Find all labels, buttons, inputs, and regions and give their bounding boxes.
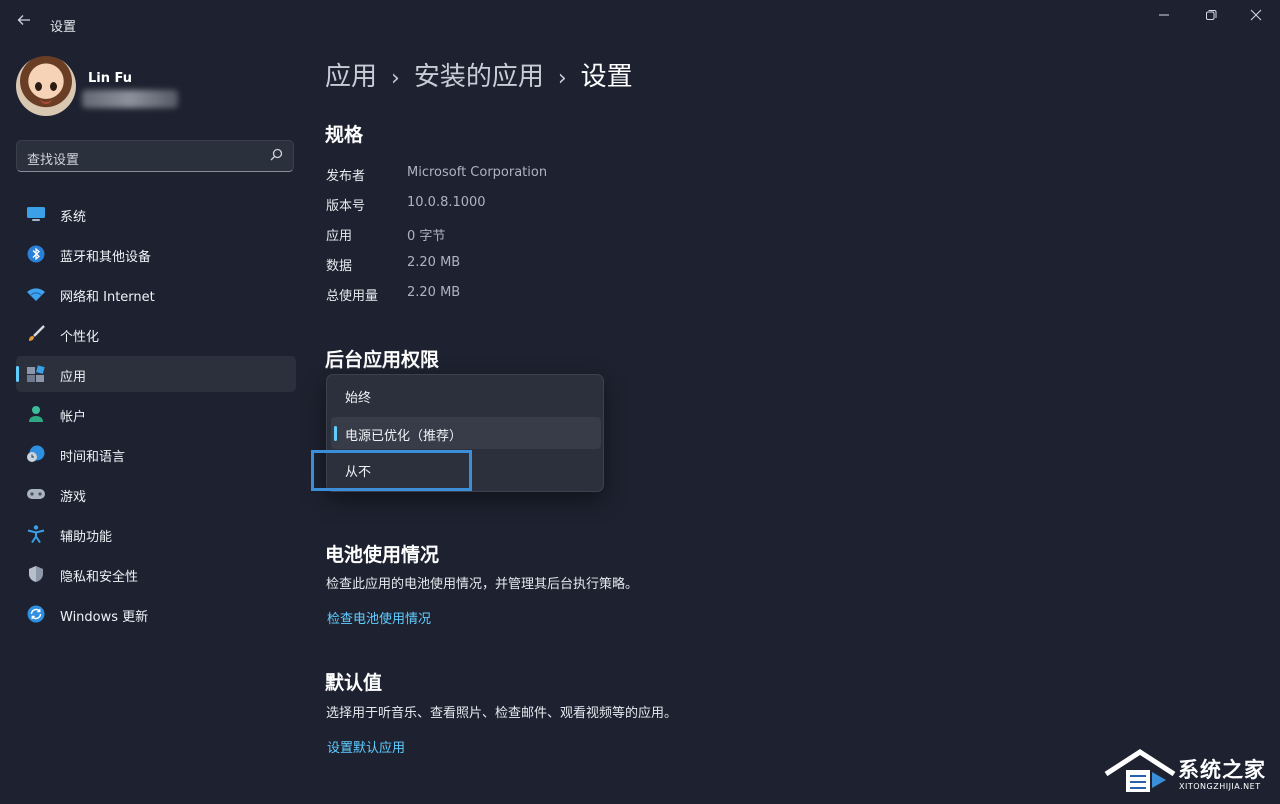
spec-label-app: 应用 <box>326 229 353 244</box>
sidebar-item-label: 个性化 <box>60 330 100 345</box>
title-bar: 设置 <box>0 0 1280 48</box>
spec-label-total: 总使用量 <box>326 289 379 304</box>
sidebar-item-apps[interactable]: 应用 <box>16 356 296 392</box>
battery-title: 电池使用情况 <box>325 544 440 566</box>
battery-description: 检查此应用的电池使用情况，并管理其后台执行策略。 <box>326 577 639 592</box>
sidebar-item-time-language[interactable]: 时间和语言 <box>16 436 296 472</box>
sidebar-item-windows-update[interactable]: Windows 更新 <box>16 596 296 632</box>
arrow-left-icon[interactable] <box>14 12 34 32</box>
sidebar-item-label: 系统 <box>60 210 87 225</box>
sidebar-item-label: 游戏 <box>60 490 87 505</box>
background-permissions-title: 后台应用权限 <box>325 349 440 371</box>
monitor-icon <box>26 205 46 223</box>
selected-indicator <box>334 426 337 441</box>
sidebar-item-label: 帐户 <box>60 410 87 425</box>
avatar-eye <box>35 82 42 91</box>
spec-label-version: 版本号 <box>326 199 366 214</box>
restore-icon[interactable] <box>1189 6 1233 30</box>
defaults-title: 默认值 <box>325 672 383 694</box>
close-icon[interactable] <box>1234 6 1278 30</box>
highlight-box <box>311 450 472 491</box>
search-icon[interactable] <box>268 147 284 163</box>
dropdown-option-label: 电源已优化（推荐） <box>345 429 463 444</box>
sidebar-item-network[interactable]: 网络和 Internet <box>16 276 296 312</box>
spec-label-data: 数据 <box>326 259 353 274</box>
search-input[interactable]: 查找设置 <box>16 140 294 172</box>
sidebar-item-label: 网络和 Internet <box>60 290 155 305</box>
sidebar-item-label: Windows 更新 <box>60 610 149 625</box>
breadcrumb-current: 设置 <box>580 62 633 92</box>
dropdown-option-label: 始终 <box>345 391 372 406</box>
spec-value-publisher: Microsoft Corporation <box>407 165 548 180</box>
watermark-text: 系统之家 <box>1178 758 1266 782</box>
paintbrush-icon <box>26 325 46 343</box>
defaults-description: 选择用于听音乐、查看照片、检查邮件、观看视频等的应用。 <box>326 706 678 721</box>
house-logo-icon <box>1104 749 1176 792</box>
dropdown-option-power-optimized[interactable]: 电源已优化（推荐） <box>331 417 601 449</box>
sidebar-item-gaming[interactable]: 游戏 <box>16 476 296 512</box>
sidebar-item-label: 隐私和安全性 <box>60 570 139 585</box>
breadcrumb-apps[interactable]: 应用 <box>325 62 377 92</box>
minimize-icon[interactable] <box>1142 6 1186 30</box>
defaults-link[interactable]: 设置默认应用 <box>327 737 405 756</box>
sidebar-item-label: 应用 <box>60 370 87 385</box>
spec-value-app: 0 字节 <box>407 229 446 244</box>
sidebar-item-accessibility[interactable]: 辅助功能 <box>16 516 296 552</box>
search-placeholder: 查找设置 <box>27 153 80 168</box>
sidebar-item-privacy[interactable]: 隐私和安全性 <box>16 556 296 592</box>
dropdown-option-always[interactable]: 始终 <box>331 379 601 411</box>
user-avatar[interactable] <box>16 56 76 116</box>
sidebar-item-personalization[interactable]: 个性化 <box>16 316 296 352</box>
chevron-right-icon: › <box>391 66 400 91</box>
watermark-subtext: XITONGZHIJIA.NET <box>1179 782 1261 791</box>
breadcrumb: 应用 › 安装的应用 › 设置 <box>325 56 633 93</box>
gamepad-icon <box>26 485 46 503</box>
sidebar-item-label: 辅助功能 <box>60 530 113 545</box>
spec-value-total: 2.20 MB <box>407 285 461 300</box>
window-title: 设置 <box>50 20 77 35</box>
avatar-eye <box>50 82 57 91</box>
spec-value-data: 2.20 MB <box>407 255 461 270</box>
user-name: Lin Fu <box>88 71 133 86</box>
sidebar-item-accounts[interactable]: 帐户 <box>16 396 296 432</box>
breadcrumb-installed-apps[interactable]: 安装的应用 <box>414 62 544 92</box>
update-icon <box>26 605 46 623</box>
avatar-mouth <box>40 96 52 104</box>
watermark-logo: 系统之家 XITONGZHIJIA.NET <box>1104 744 1280 800</box>
spec-label-publisher: 发布者 <box>326 169 366 184</box>
sidebar-item-label: 蓝牙和其他设备 <box>60 250 152 265</box>
specs-title: 规格 <box>325 124 364 146</box>
bluetooth-icon <box>26 245 46 263</box>
active-indicator <box>16 366 19 382</box>
person-icon <box>26 405 46 423</box>
sidebar-item-label: 时间和语言 <box>60 450 126 465</box>
apps-icon <box>26 365 46 383</box>
globe-clock-icon <box>26 445 46 463</box>
sidebar-item-system[interactable]: 系统 <box>16 196 296 232</box>
wifi-icon <box>26 285 46 303</box>
sidebar-item-bluetooth[interactable]: 蓝牙和其他设备 <box>16 236 296 272</box>
shield-icon <box>26 565 46 583</box>
chevron-right-icon: › <box>557 66 567 91</box>
battery-link[interactable]: 检查电池使用情况 <box>327 608 431 627</box>
spec-value-version: 10.0.8.1000 <box>407 195 486 210</box>
user-email-blurred <box>82 90 178 108</box>
accessibility-icon <box>26 525 46 544</box>
